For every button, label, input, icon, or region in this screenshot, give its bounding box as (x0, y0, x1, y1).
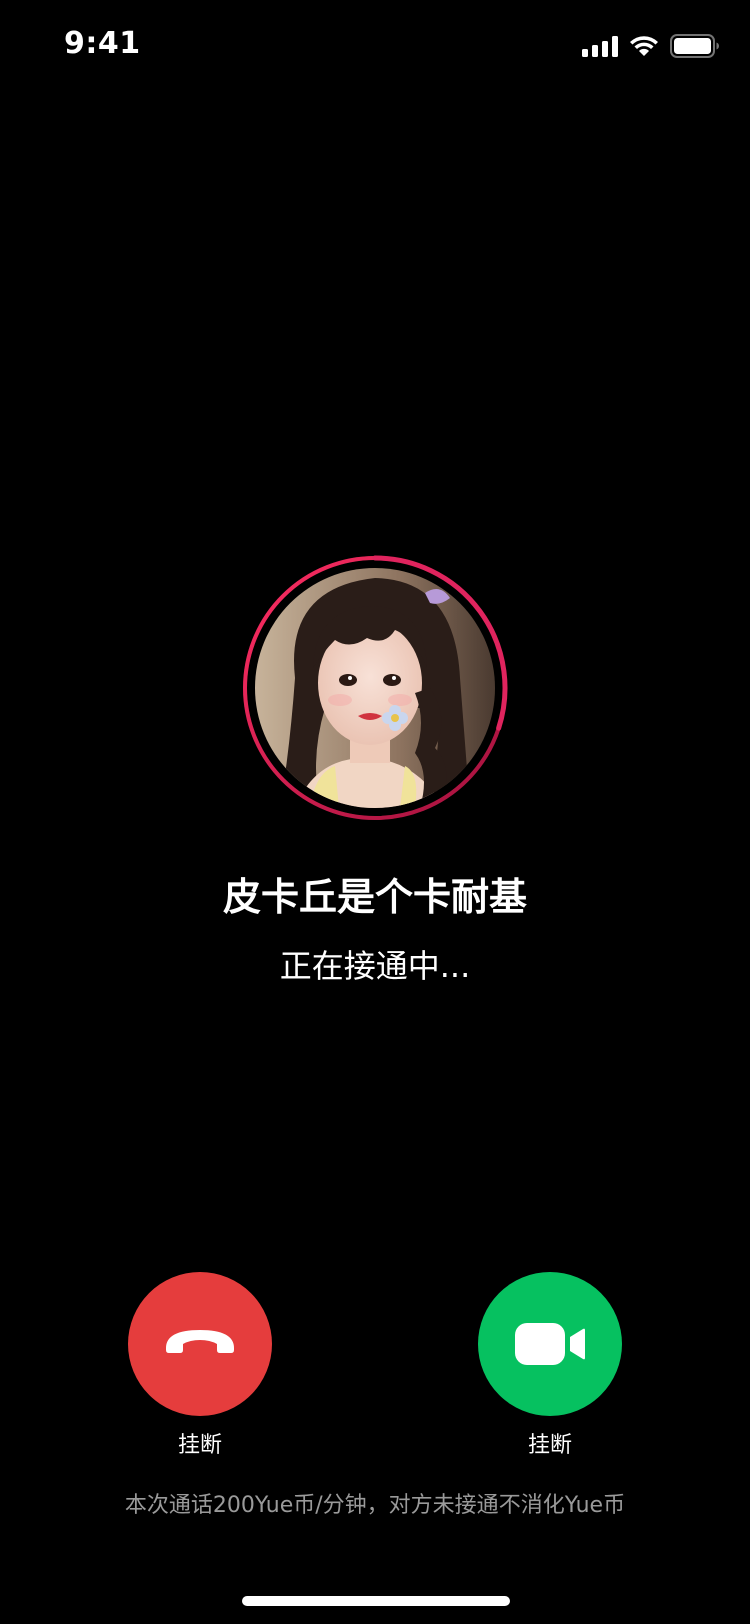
cellular-signal-icon (582, 35, 618, 57)
caller-avatar-container (239, 552, 511, 824)
call-status: 正在接通中... (279, 947, 471, 985)
avatar (255, 568, 495, 808)
status-bar: 9:41 (0, 0, 750, 88)
billing-note: 本次通话200Yue币/分钟，对方未接通不消化Yue币 (124, 1493, 626, 1518)
status-icons (582, 30, 720, 62)
video-call-label: 挂断 (527, 1433, 572, 1458)
video-call-button[interactable] (478, 1272, 622, 1416)
wifi-icon (630, 36, 658, 56)
hangup-button[interactable] (128, 1272, 272, 1416)
hangup-label: 挂断 (177, 1433, 222, 1458)
status-time: 9:41 (64, 26, 141, 61)
video-camera-icon (515, 1323, 585, 1365)
avatar-photo (255, 568, 495, 808)
phone-hangup-icon (166, 1330, 234, 1353)
caller-name: 皮卡丘是个卡耐基 (222, 875, 527, 919)
home-indicator[interactable] (242, 1596, 510, 1606)
battery-icon (670, 34, 719, 58)
